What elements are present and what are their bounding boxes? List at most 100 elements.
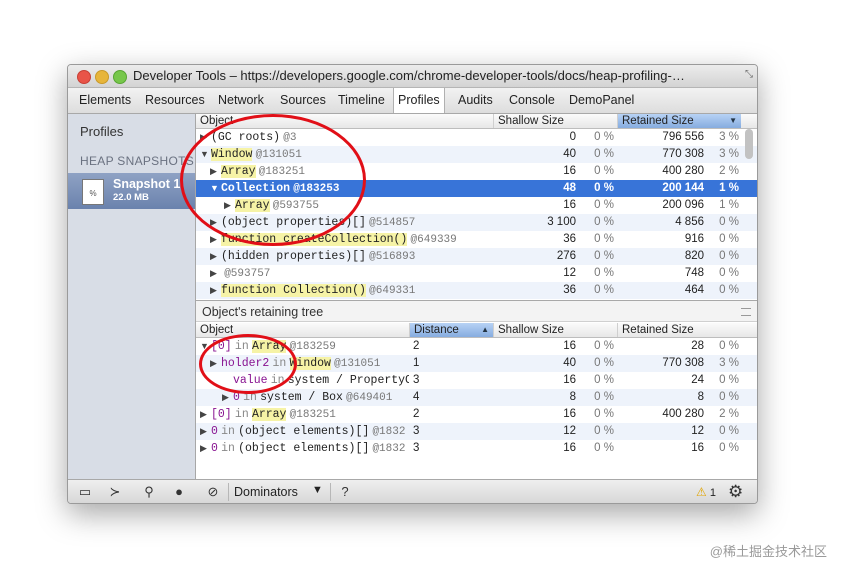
retained-size: 24 <box>691 374 704 386</box>
object-id: @131051 <box>255 149 302 161</box>
column-shallow-size[interactable]: Shallow Size <box>493 323 617 337</box>
table-row[interactable]: ▶ holder2 in Window @131051 1 40 0 % 770 308 3… <box>196 355 757 372</box>
view-selector[interactable]: Dominators <box>234 483 298 501</box>
table-row[interactable]: ▶ Array @593755 16 0 % 200 096 1 % <box>196 197 757 214</box>
tab-demopanel[interactable]: DemoPanel <box>565 88 638 113</box>
table-row[interactable]: ▶ function Collection() @649331 36 0 % 464 0 … <box>196 282 757 299</box>
shallow-percent: 0 % <box>594 182 614 194</box>
table-row[interactable]: ▶ [0] in Array @183251 2 16 0 % 400 280 2 % <box>196 406 757 423</box>
warning-counter[interactable]: ⚠ 1 <box>696 483 716 501</box>
table-row[interactable]: ▶ 0 in system / Box @649401 4 8 0 % 8 0 % <box>196 389 757 406</box>
object-cell: ▼ Window @131051 <box>196 146 493 163</box>
shallow-percent: 0 % <box>594 357 614 369</box>
retained-size: 770 308 <box>662 357 704 369</box>
retained-percent: 2 % <box>719 165 739 177</box>
shallow-size: 12 <box>563 425 576 437</box>
object-id: @514857 <box>369 217 416 229</box>
top-table-scrollbar[interactable] <box>745 129 753 159</box>
retained-size: 200 096 <box>662 199 704 211</box>
shallow-percent: 0 % <box>594 250 614 262</box>
object-cell: ▶ @593757 <box>196 265 493 282</box>
zoom-button[interactable] <box>113 70 127 84</box>
sidebar-category-heap-snapshots[interactable]: HEAP SNAPSHOTS <box>80 154 194 168</box>
expand-toggle-icon[interactable]: ▼ <box>200 146 211 163</box>
tab-sources[interactable]: Sources <box>276 88 330 113</box>
expand-toggle-icon[interactable]: ▶ <box>200 406 211 423</box>
shallow-size: 8 <box>569 391 576 403</box>
minimize-button[interactable] <box>95 70 109 84</box>
table-row[interactable]: ▶ function createCollection() @649339 36 0 … <box>196 231 757 248</box>
tab-resources[interactable]: Resources <box>141 88 209 113</box>
retained-percent: 0 % <box>719 425 739 437</box>
expand-toggle-icon[interactable]: ▶ <box>210 248 221 265</box>
column-object[interactable]: Object <box>196 323 409 337</box>
retained-percent: 1 % <box>719 182 739 194</box>
sidebar-item-snapshot-1[interactable]: % Snapshot 1 22.0 MB <box>68 173 195 209</box>
panel-tabs: Elements Resources Network Sources Timeline P… <box>68 88 757 114</box>
fullscreen-icon[interactable]: ⤡ <box>745 69 753 80</box>
retained-percent: 0 % <box>719 340 739 352</box>
expand-toggle-icon[interactable]: ▶ <box>210 282 221 299</box>
console-icon[interactable]: ≻ <box>104 483 126 501</box>
expand-toggle-icon[interactable]: ▶ <box>210 231 221 248</box>
column-retained-size[interactable]: Retained Size ▼ <box>617 114 741 128</box>
table-row[interactable]: ▶ 0 in (object elements)[] @1832 3 16 0 % 16 0… <box>196 440 757 457</box>
gear-icon[interactable]: ⚙ <box>728 482 743 502</box>
tab-timeline[interactable]: Timeline <box>334 88 389 113</box>
table-row[interactable]: ▶ @593757 12 0 % 748 0 % <box>196 265 757 282</box>
expand-toggle-icon[interactable]: ▶ <box>222 389 233 406</box>
column-object[interactable]: Object <box>196 114 493 128</box>
object-cell: ▶ (hidden properties)[] @516893 <box>196 248 493 265</box>
table-row[interactable]: ▼ Window @131051 40 0 % 770 308 3 % <box>196 146 757 163</box>
profiles-sidebar: Profiles HEAP SNAPSHOTS % Snapshot 1 22.… <box>68 114 196 479</box>
table-row[interactable]: ▶ Array @183251 16 0 % 400 280 2 % <box>196 163 757 180</box>
tab-network[interactable]: Network <box>214 88 268 113</box>
retained-percent: 0 % <box>719 374 739 386</box>
expand-toggle-icon[interactable]: ▼ <box>200 338 211 355</box>
expand-toggle-icon[interactable]: ▶ <box>210 214 221 231</box>
toolbar-divider <box>330 483 331 501</box>
expand-toggle-icon[interactable]: ▶ <box>224 197 235 214</box>
splitter-grip-icon[interactable] <box>741 308 751 316</box>
expand-toggle-icon[interactable]: ▼ <box>210 180 221 197</box>
object-name: (hidden properties)[] <box>221 250 366 263</box>
expand-toggle-icon[interactable]: ▶ <box>200 440 211 457</box>
retained-percent: 0 % <box>719 233 739 245</box>
table-row[interactable]: ▼ Collection @183253 48 0 % 200 144 1 % <box>196 180 757 197</box>
edge-keyword: in <box>221 442 235 455</box>
close-button[interactable] <box>77 70 91 84</box>
expand-toggle-icon[interactable]: ▶ <box>210 163 221 180</box>
retained-size: 820 <box>684 250 704 262</box>
tab-profiles[interactable]: Profiles <box>393 88 445 113</box>
tab-audits[interactable]: Audits <box>454 88 497 113</box>
dock-icon[interactable]: ▭ <box>74 483 96 501</box>
expand-toggle-icon[interactable]: ▶ <box>200 423 211 440</box>
shallow-size: 48 <box>563 182 576 194</box>
expand-toggle-icon[interactable]: ▶ <box>210 265 221 282</box>
table-row[interactable]: ▶ (GC roots) @3 0 0 % 796 556 3 % <box>196 129 757 146</box>
edge-keyword: in <box>272 357 287 370</box>
help-icon[interactable]: ? <box>334 483 356 501</box>
table-row[interactable]: ▶ (hidden properties)[] @516893 276 0 % 820 0… <box>196 248 757 265</box>
table-row[interactable]: value in system / PropertyCe 3 16 0 % 24 0 % <box>196 372 757 389</box>
search-icon[interactable]: ⚲ <box>138 483 160 501</box>
record-icon[interactable]: ● <box>168 483 190 501</box>
tab-elements[interactable]: Elements <box>75 88 135 113</box>
object-name: function Collection() <box>221 284 366 297</box>
table-row[interactable]: ▶ 0 in (object elements)[] @1832 3 12 0 % 12 0… <box>196 423 757 440</box>
column-retained-size[interactable]: Retained Size <box>617 323 757 337</box>
retained-size: 8 <box>697 391 704 403</box>
expand-toggle-icon[interactable]: ▶ <box>210 355 221 372</box>
distance: 3 <box>413 374 420 386</box>
chevron-down-icon[interactable]: ▼ <box>312 484 323 496</box>
column-shallow-size[interactable]: Shallow Size <box>493 114 617 128</box>
column-distance[interactable]: Distance ▲ <box>409 323 493 337</box>
clear-icon[interactable]: ⊘ <box>202 483 224 501</box>
table-row[interactable]: ▼ [0] in Array @183259 2 16 0 % 28 0 % <box>196 338 757 355</box>
object-name: (object elements)[] <box>238 425 370 438</box>
expand-toggle-icon[interactable]: ▶ <box>200 129 211 146</box>
shallow-percent: 0 % <box>594 233 614 245</box>
tab-console[interactable]: Console <box>505 88 559 113</box>
shallow-percent: 0 % <box>594 131 614 143</box>
table-row[interactable]: ▶ (object properties)[] @514857 3 100 0 % 4 … <box>196 214 757 231</box>
